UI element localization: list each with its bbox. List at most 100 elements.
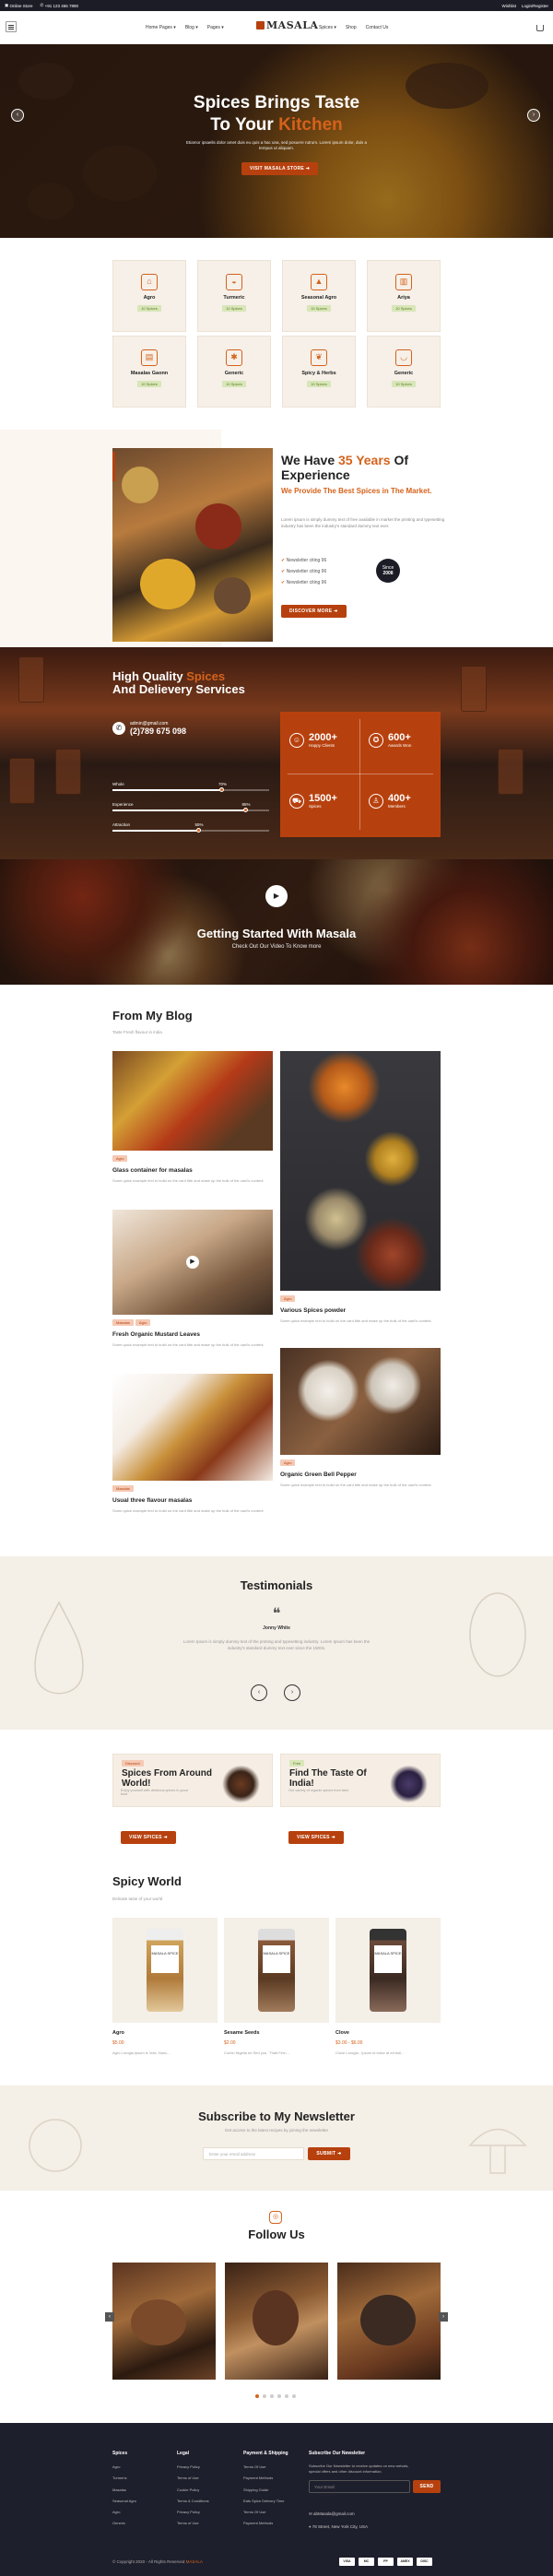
newsletter-email-input[interactable]: Enter your email address (203, 2147, 304, 2160)
hero-banner: Spices Brings Taste To Your Kitchen Etia… (0, 44, 553, 238)
carousel-next-icon[interactable]: › (439, 2312, 448, 2322)
category-card[interactable]: ⌂ Agro 10 Spices (112, 260, 186, 332)
nav-spices[interactable]: Spices ▾ (319, 25, 336, 30)
instagram-image[interactable] (225, 2263, 328, 2380)
footer-email-input[interactable]: Your Email (309, 2480, 410, 2493)
footer-link[interactable]: Seasonal Agro (112, 2496, 136, 2507)
product-card[interactable]: MASALA SPICE Clove $3.00 - $6.00 Clove L… (335, 1918, 441, 2055)
blog-title[interactable]: Fresh Organic Mustard Leaves (112, 1331, 200, 1338)
footer-link[interactable]: Privacy Policy (177, 2462, 209, 2473)
footer-link[interactable]: Cookie Policy (177, 2485, 209, 2496)
hero-next-arrow-icon[interactable]: › (527, 109, 540, 122)
nav-blog[interactable]: Blog ▾ (185, 25, 198, 30)
blog-title[interactable]: Usual three flavour masalas (112, 1497, 192, 1504)
topbar-login[interactable]: Login/Register (522, 4, 548, 8)
footer-link[interactable]: Payment Methods (243, 2518, 288, 2529)
box-icon: ▤ (141, 349, 158, 366)
blog-tag[interactable]: Agro (280, 1295, 296, 1302)
footer-link[interactable]: Payment Methods (243, 2473, 288, 2484)
discover-more-button[interactable]: DISCOVER MORE ➜ (281, 605, 347, 618)
carousel-dot[interactable] (263, 2394, 266, 2398)
blog-image[interactable] (112, 1374, 273, 1481)
footer-link[interactable]: Turmeric (112, 2473, 136, 2484)
footer-link[interactable]: Eats Spice Delivery Time (243, 2496, 288, 2507)
footer-email[interactable]: ✉ abMasala@gmail.com (309, 2511, 355, 2517)
product-name[interactable]: Clove (335, 2030, 441, 2036)
nav-home[interactable]: Home Pages ▾ (146, 25, 176, 30)
blog-tag[interactable]: Agro (280, 1459, 296, 1466)
product-card[interactable]: MASALA SPICE Sesame Seeds $2.00 Cumin Ni… (224, 1918, 329, 2055)
category-card[interactable]: ❦ Spicy & Herbs 10 Spices (282, 336, 356, 408)
carousel-dot[interactable] (285, 2394, 288, 2398)
footer-link[interactable]: Terms Of Use (243, 2462, 288, 2473)
footer-link[interactable]: Generic (112, 2518, 136, 2529)
carousel-dot[interactable] (255, 2394, 259, 2398)
offer-tag: Free (289, 1760, 305, 1767)
category-card[interactable]: ▲ Seasonal Agro 10 Spices (282, 260, 356, 332)
offer-image (383, 1766, 434, 1802)
footer-link[interactable]: Terms & Conditions (177, 2496, 209, 2507)
main-nav-right: Spices ▾ Shop Contact Us (319, 25, 388, 30)
carousel-prev-icon[interactable]: ‹ (105, 2312, 114, 2322)
blog-title[interactable]: Glass container for masalas (112, 1167, 193, 1174)
blog-tag[interactable]: Masalas (112, 1485, 134, 1492)
footer-link[interactable]: Terms of Use (177, 2473, 209, 2484)
instagram-image[interactable] (337, 2263, 441, 2380)
site-logo[interactable]: MASALA (256, 19, 318, 31)
blog-tag[interactable]: Agro (112, 1155, 128, 1162)
offer-view-button[interactable]: VIEW SPICES ➜ (288, 1831, 344, 1844)
blog-title[interactable]: Various Spices powder (280, 1307, 346, 1314)
product-image[interactable]: MASALA SPICE (335, 1918, 441, 2023)
product-name[interactable]: Agro (112, 2030, 218, 2036)
category-card[interactable]: ▤ Masalas Gaonn 10 Spices (112, 336, 186, 408)
nav-pages[interactable]: Pages ▾ (207, 25, 224, 30)
blog-tag[interactable]: Agro (135, 1319, 151, 1326)
testimonial-prev-icon[interactable]: ‹ (251, 1684, 267, 1701)
product-image[interactable]: MASALA SPICE (224, 1918, 329, 2023)
offer-view-button[interactable]: VIEW SPICES ➜ (121, 1831, 176, 1844)
blog-image[interactable] (280, 1348, 441, 1455)
footer-link[interactable]: Terms of Use (177, 2518, 209, 2529)
footer-link[interactable]: Terms Of Use (243, 2507, 288, 2518)
product-card[interactable]: MASALA SPICE Agro $5.00 Agro Lorogia ips… (112, 1918, 218, 2055)
carousel-dot[interactable] (292, 2394, 296, 2398)
blog-title[interactable]: Organic Green Bell Pepper (280, 1471, 357, 1478)
carousel-dot[interactable] (270, 2394, 274, 2398)
hero-description: Etiamor ipsaelis dolor amet duis eu quis… (185, 140, 368, 150)
hero-prev-arrow-icon[interactable]: ‹ (11, 109, 24, 122)
footer-link[interactable]: Shipping Guide (243, 2485, 288, 2496)
category-card[interactable]: ◡ Generic 10 Spices (367, 336, 441, 408)
cart-icon[interactable] (536, 25, 544, 31)
instagram-icon[interactable]: ◎ (269, 2211, 282, 2224)
footer-link[interactable]: Agro (112, 2507, 136, 2518)
blog-tag[interactable]: Masalas (112, 1319, 134, 1326)
instagram-image[interactable] (112, 2263, 216, 2380)
nav-contact[interactable]: Contact Us (366, 25, 389, 30)
contact-phone[interactable]: (2)789 675 098 (130, 727, 186, 736)
blog-image[interactable] (280, 1051, 441, 1291)
category-card[interactable]: ▥ Ariya 10 Spices (367, 260, 441, 332)
footer-link[interactable]: Privacy Policy (177, 2507, 209, 2518)
topbar-wishlist[interactable]: Wishlist (501, 4, 516, 8)
hero-store-button[interactable]: VISIT MASALA STORE ➜ (241, 162, 319, 175)
footer-link[interactable]: Agro (112, 2462, 136, 2473)
nav-shop[interactable]: Shop (346, 25, 357, 30)
award-icon: ✪ (369, 732, 383, 748)
blog-subheading: Taste Fresh flavour in india (112, 1030, 162, 1034)
testimonial-next-icon[interactable]: › (284, 1684, 300, 1701)
products-subheading: Delicate taste of your world (112, 1897, 163, 1901)
footer-send-button[interactable]: SEND (413, 2480, 441, 2493)
blog-image[interactable] (112, 1051, 273, 1151)
footer-link[interactable]: Masalas (112, 2485, 136, 2496)
blog-play-icon[interactable]: ▶ (186, 1256, 199, 1269)
newsletter-submit-button[interactable]: SUBMIT ➜ (308, 2147, 350, 2160)
category-card[interactable]: ✱ Generic 10 Spices (197, 336, 271, 408)
play-icon[interactable]: ▶ (265, 885, 288, 907)
carousel-dot[interactable] (277, 2394, 281, 2398)
product-name[interactable]: Sesame Seeds (224, 2030, 329, 2036)
product-image[interactable]: MASALA SPICE (112, 1918, 218, 2023)
offer-title: Spices From Around World! (122, 1768, 212, 1789)
category-card[interactable]: ◒ Turmeric 10 Spices (197, 260, 271, 332)
menu-icon[interactable] (6, 21, 17, 32)
main-nav: Home Pages ▾ Blog ▾ Pages ▾ (146, 25, 224, 30)
